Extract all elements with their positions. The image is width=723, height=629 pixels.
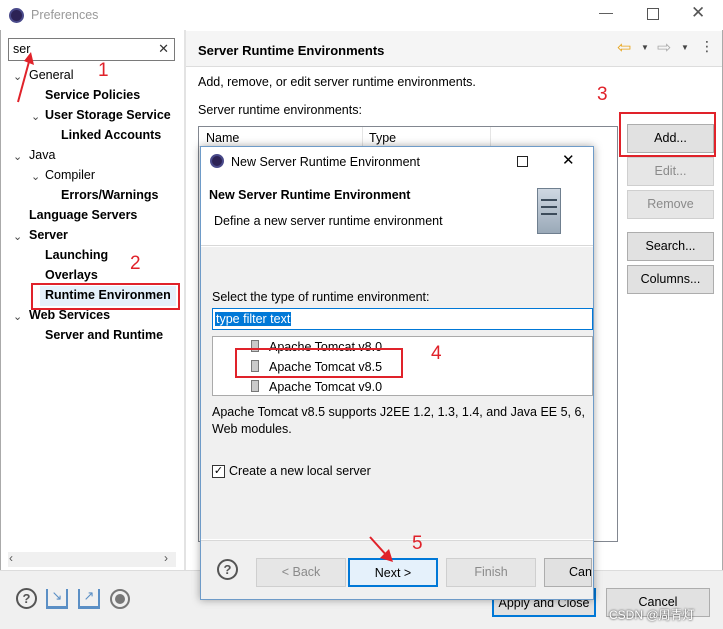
arrow-icon (17, 52, 34, 103)
annotation-5: 5 (412, 533, 423, 554)
table-header (199, 127, 491, 147)
server-icon-line (541, 199, 557, 201)
finish-button[interactable]: Finish (446, 558, 536, 587)
runtime-description-line2: Web modules. (212, 422, 292, 436)
tree-item-linked-accounts[interactable]: Linked Accounts (61, 128, 161, 142)
search-button[interactable]: Search... (627, 232, 714, 261)
window-title: Preferences (31, 8, 99, 22)
runtime-list-item[interactable]: Apache Tomcat v9.0 (269, 380, 382, 394)
scroll-right-icon[interactable]: › (164, 551, 168, 565)
back-dropdown-icon[interactable]: ▼ (641, 43, 649, 52)
maximize-button[interactable] (647, 8, 659, 20)
chevron-down-icon[interactable]: ⌄ (13, 150, 22, 163)
forward-dropdown-icon[interactable]: ▼ (681, 43, 689, 52)
dialog-help-icon[interactable]: ? (217, 559, 238, 580)
page-title: Server Runtime Environments (198, 43, 385, 58)
type-filter-value: type filter text (215, 312, 292, 326)
create-server-checkbox[interactable]: ✓ (212, 465, 225, 478)
chevron-down-icon[interactable]: ⌄ (31, 110, 40, 123)
watermark: CSDN @周青灯 (609, 608, 695, 622)
annotation-box-tomcat (235, 348, 403, 378)
chevron-down-icon[interactable]: ⌄ (13, 230, 22, 243)
annotation-arrow-5 (368, 535, 394, 563)
annotation-arrow-1 (14, 52, 34, 104)
annotation-4: 4 (431, 343, 442, 364)
dialog-title: New Server Runtime Environment (231, 155, 420, 169)
runtime-list-item-icon (251, 380, 259, 392)
chevron-down-icon[interactable]: ⌄ (13, 310, 22, 323)
tree-item-language-servers[interactable]: Language Servers (29, 208, 137, 222)
tree-item-server[interactable]: Server (29, 228, 68, 242)
tree-item-user-storage[interactable]: User Storage Service (45, 108, 171, 122)
server-icon (537, 188, 561, 234)
tree-item-compiler[interactable]: Compiler (45, 168, 95, 182)
tree-item-server-and-runtime[interactable]: Server and Runtime (45, 328, 163, 342)
tree-item-java[interactable]: Java (29, 148, 55, 162)
column-type[interactable]: Type (369, 131, 396, 145)
column-divider (490, 127, 491, 147)
annotation-2: 2 (130, 253, 141, 274)
scroll-left-icon[interactable]: ‹ (9, 551, 13, 565)
record-dot (115, 594, 125, 604)
server-icon-line (541, 213, 557, 215)
runtime-description: Apache Tomcat v8.5 supports J2EE 1.2, 1.… (212, 405, 585, 419)
arrow-icon (369, 536, 393, 562)
back-nav-icon[interactable]: ⇦ (617, 38, 631, 58)
splitter[interactable] (184, 30, 186, 570)
dialog-cancel-label: Can (569, 565, 592, 579)
annotation-3: 3 (597, 84, 608, 105)
edit-button[interactable]: Edit... (627, 157, 714, 186)
tree-item-launching[interactable]: Launching (45, 248, 108, 262)
tree-hscrollbar[interactable] (8, 552, 176, 567)
remove-button[interactable]: Remove (627, 190, 714, 219)
create-server-label[interactable]: Create a new local server (229, 464, 371, 478)
help-icon[interactable]: ? (16, 588, 37, 609)
columns-button[interactable]: Columns... (627, 265, 714, 294)
tree-item-general[interactable]: General (29, 68, 73, 82)
annotation-1: 1 (98, 60, 109, 81)
table-label: Server runtime environments: (198, 103, 362, 117)
forward-nav-icon[interactable]: ⇨ (657, 38, 671, 58)
column-name[interactable]: Name (206, 131, 239, 145)
export-icon[interactable]: ↗ (78, 589, 100, 609)
tree-item-overlays[interactable]: Overlays (45, 268, 98, 282)
tree-item-web-services[interactable]: Web Services (29, 308, 110, 322)
dialog-cancel-button[interactable]: Can (544, 558, 592, 587)
annotation-box-runtime (31, 283, 180, 310)
view-menu-icon[interactable]: ⋮ (700, 38, 714, 55)
clear-search-icon[interactable]: ✕ (158, 41, 169, 57)
dialog-logo-icon (210, 154, 224, 168)
dialog-close-button[interactable]: ✕ (562, 151, 575, 169)
annotation-box-add (619, 112, 716, 157)
import-icon[interactable]: ↘ (46, 589, 68, 609)
back-button[interactable]: < Back (256, 558, 346, 587)
page-description: Add, remove, or edit server runtime envi… (198, 75, 476, 89)
tree-item-errors-warnings[interactable]: Errors/Warnings (61, 188, 158, 202)
record-icon[interactable] (110, 589, 130, 609)
tree-item-service-policies[interactable]: Service Policies (45, 88, 140, 102)
dialog-header-desc: Define a new server runtime environment (214, 214, 443, 228)
column-divider (362, 127, 363, 147)
type-filter-input[interactable]: type filter text (212, 308, 593, 330)
close-button[interactable]: ✕ (691, 3, 705, 23)
minimize-button[interactable]: — (596, 4, 616, 24)
dialog-header-title: New Server Runtime Environment (209, 188, 411, 202)
chevron-down-icon[interactable]: ⌄ (31, 170, 40, 183)
select-type-label: Select the type of runtime environment: (212, 290, 430, 304)
server-icon-line (541, 206, 557, 208)
eclipse-logo-icon (9, 8, 24, 23)
dialog-maximize-button[interactable] (517, 156, 528, 167)
